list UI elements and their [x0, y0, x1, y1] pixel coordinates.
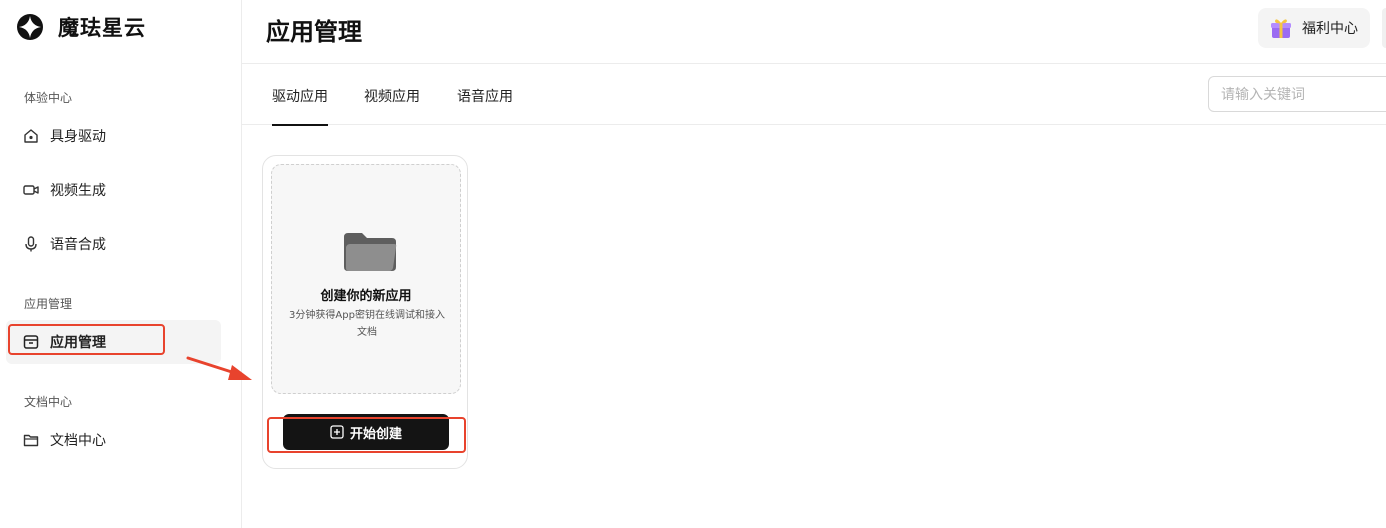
folder-icon [344, 233, 397, 271]
sidebar-item-voice-synthesis[interactable]: 语音合成 [6, 222, 221, 266]
plus-square-icon [330, 425, 344, 439]
nav-group-experience: 体验中心 [24, 91, 73, 105]
brand-logo-icon [17, 14, 43, 40]
sidebar-item-label: 应用管理 [50, 335, 106, 351]
nav-group-docs: 文档中心 [24, 395, 73, 409]
video-icon [22, 181, 40, 199]
sidebar-item-label: 语音合成 [50, 237, 106, 253]
sidebar-item-doc-center[interactable]: 文档中心 [6, 418, 221, 462]
header-edge-button[interactable] [1382, 8, 1386, 48]
start-create-button[interactable]: 开始创建 [283, 414, 449, 450]
app-box-icon [22, 333, 40, 351]
app-tabs: 驱动应用 视频应用 语音应用 [242, 64, 1386, 126]
welfare-label: 福利中心 [1302, 21, 1358, 37]
card-description: 3分钟获得App密钥在线调试和接入文档 [289, 310, 445, 338]
start-create-label: 开始创建 [349, 425, 402, 441]
app-root: 魔珐星云 体验中心 具身驱动 视频生成 语音合成 应用管理 应用管理 文档中心 … [0, 0, 1386, 528]
nav-group-app-management: 应用管理 [24, 297, 73, 311]
sidebar: 魔珐星云 体验中心 具身驱动 视频生成 语音合成 应用管理 应用管理 文档中心 … [0, 0, 242, 528]
card-title: 创建你的新应用 [320, 289, 412, 304]
home-camera-icon [22, 127, 40, 145]
tab-voice-apps[interactable]: 语音应用 [457, 86, 513, 124]
top-header: 应用管理 福利中心 [242, 0, 1386, 64]
folder-outline-icon [22, 431, 40, 449]
arrow-annotation-icon [186, 356, 252, 380]
sidebar-item-label: 具身驱动 [50, 129, 106, 145]
brand[interactable]: 魔珐星云 [16, 10, 146, 44]
create-app-dropzone[interactable]: 创建你的新应用 3分钟获得App密钥在线调试和接入文档 [271, 164, 461, 394]
sidebar-item-video-generate[interactable]: 视频生成 [6, 168, 221, 212]
gift-icon [1271, 19, 1291, 38]
sidebar-item-embodied-drive[interactable]: 具身驱动 [6, 114, 221, 158]
tab-drive-apps[interactable]: 驱动应用 [272, 86, 328, 126]
tab-video-apps[interactable]: 视频应用 [364, 86, 420, 124]
search-input[interactable] [1208, 76, 1386, 112]
page-title: 应用管理 [266, 18, 362, 46]
create-app-card: 创建你的新应用 3分钟获得App密钥在线调试和接入文档 开始创建 [262, 155, 468, 469]
sidebar-item-label: 视频生成 [50, 183, 106, 199]
brand-name: 魔珐星云 [58, 16, 146, 40]
microphone-icon [22, 235, 40, 253]
sidebar-item-label: 文档中心 [50, 433, 106, 449]
welfare-center-button[interactable]: 福利中心 [1258, 8, 1370, 48]
